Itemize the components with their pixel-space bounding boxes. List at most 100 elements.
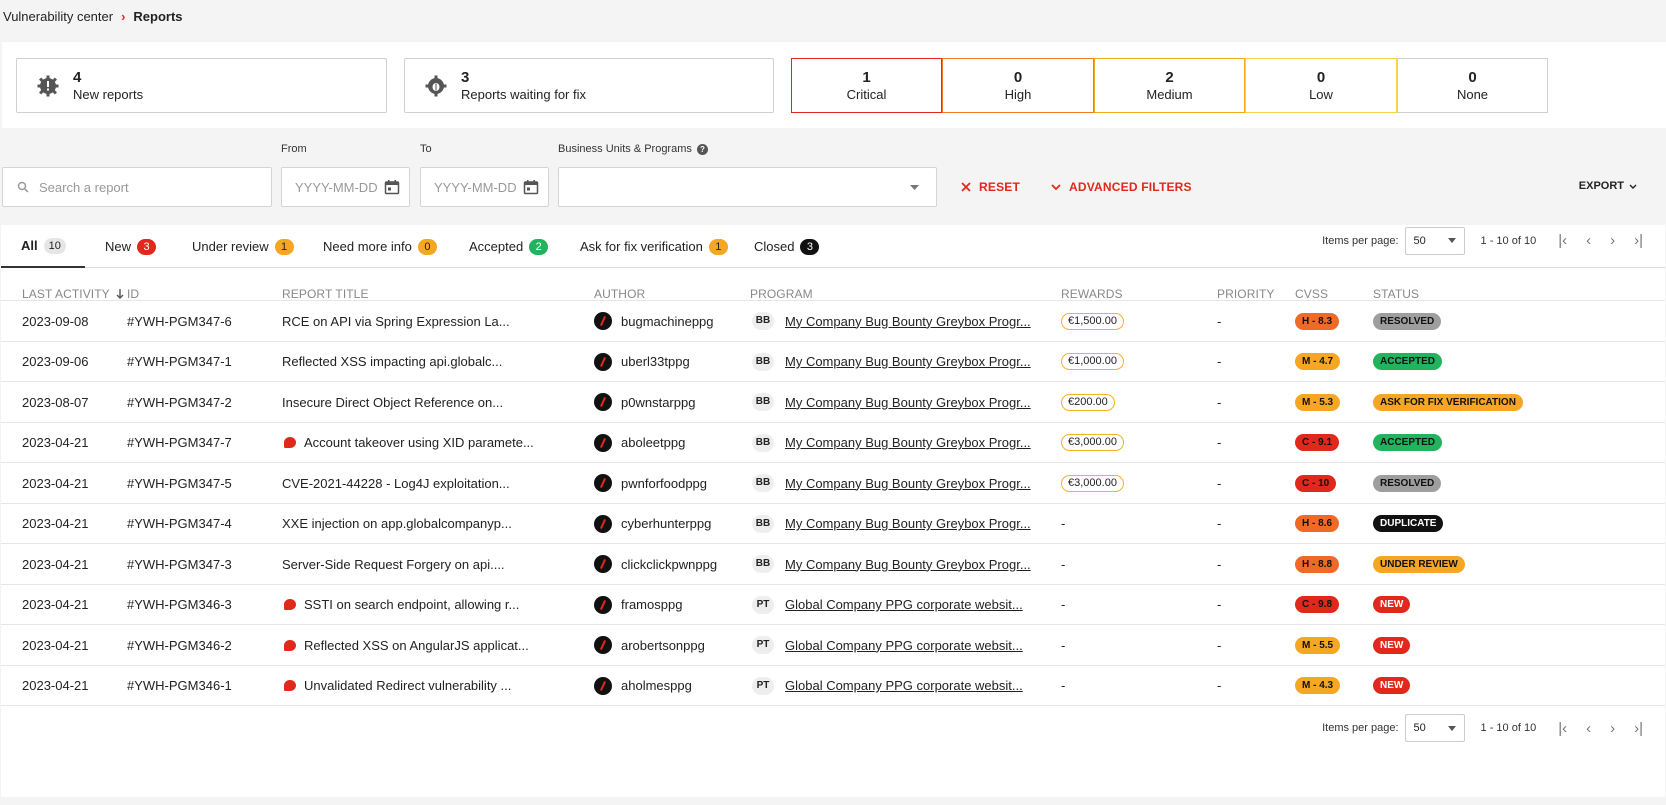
cell-title[interactable]: RCE on API via Spring Expression La... bbox=[282, 301, 510, 341]
cell-program[interactable]: BB My Company Bug Bounty Greybox Progr..… bbox=[752, 504, 1031, 544]
table-row[interactable]: 2023-04-21 #YWH-PGM347-3 Server-Side Req… bbox=[1, 544, 1665, 585]
col-cvss[interactable]: CVSS bbox=[1295, 287, 1328, 301]
cell-program[interactable]: PT Global Company PPG corporate websit..… bbox=[752, 585, 1023, 625]
col-id[interactable]: ID bbox=[127, 287, 139, 301]
tab-count-badge: 3 bbox=[137, 238, 157, 255]
col-rewards[interactable]: REWARDS bbox=[1061, 287, 1123, 301]
export-button[interactable]: EXPORT bbox=[1579, 180, 1637, 192]
report-title: Reflected XSS on AngularJS applicat... bbox=[304, 637, 529, 653]
first-page-icon[interactable]: |‹ bbox=[1558, 720, 1567, 737]
program-link[interactable]: My Company Bug Bounty Greybox Progr... bbox=[785, 395, 1031, 410]
cell-author[interactable]: arobertsonppg bbox=[594, 625, 705, 665]
tab-ask-fix-verification[interactable]: Ask for fix verification 1 bbox=[580, 225, 728, 268]
first-page-icon[interactable]: |‹ bbox=[1558, 232, 1567, 249]
severity-none[interactable]: 0 None bbox=[1397, 58, 1548, 113]
tab-closed[interactable]: Closed 3 bbox=[754, 225, 820, 268]
program-link[interactable]: Global Company PPG corporate websit... bbox=[785, 638, 1023, 653]
program-link[interactable]: My Company Bug Bounty Greybox Progr... bbox=[785, 516, 1031, 531]
cell-title[interactable]: SSTI on search endpoint, allowing r... bbox=[282, 585, 519, 625]
last-page-icon[interactable]: ›| bbox=[1634, 720, 1643, 737]
cell-title[interactable]: CVE-2021-44228 - Log4J exploitation... bbox=[282, 463, 510, 503]
next-page-icon[interactable]: › bbox=[1610, 232, 1615, 249]
to-date-field[interactable]: YYYY-MM-DD bbox=[420, 167, 549, 207]
table-row[interactable]: 2023-04-21 #YWH-PGM346-1 Unvalidated Red… bbox=[1, 666, 1665, 706]
cell-title[interactable]: Insecure Direct Object Reference on... bbox=[282, 382, 503, 422]
author-name: aholmesppg bbox=[621, 678, 692, 693]
cell-author[interactable]: aboleetppg bbox=[594, 423, 685, 463]
cell-author[interactable]: clickclickpwnppg bbox=[594, 544, 717, 584]
cell-program[interactable]: BB My Company Bug Bounty Greybox Progr..… bbox=[752, 301, 1031, 341]
cell-author[interactable]: uberl33tppg bbox=[594, 342, 690, 382]
col-author[interactable]: AUTHOR bbox=[594, 287, 645, 301]
tab-under-review[interactable]: Under review 1 bbox=[192, 225, 294, 268]
items-per-page-select[interactable]: 50 bbox=[1404, 714, 1465, 742]
severity-critical[interactable]: 1 Critical bbox=[791, 58, 942, 113]
table-row[interactable]: 2023-09-08 #YWH-PGM347-6 RCE on API via … bbox=[1, 301, 1665, 342]
cell-title[interactable]: XXE injection on app.globalcompanyp... bbox=[282, 504, 512, 544]
severity-low[interactable]: 0 Low bbox=[1245, 58, 1397, 113]
last-page-icon[interactable]: ›| bbox=[1634, 232, 1643, 249]
cell-author[interactable]: p0wnstarppg bbox=[594, 382, 695, 422]
reward-badge: €1,500.00 bbox=[1061, 312, 1124, 330]
cell-author[interactable]: pwnforfoodppg bbox=[594, 463, 707, 503]
tab-accepted[interactable]: Accepted 2 bbox=[469, 225, 549, 268]
program-link[interactable]: Global Company PPG corporate websit... bbox=[785, 597, 1023, 612]
program-link[interactable]: Global Company PPG corporate websit... bbox=[785, 678, 1023, 693]
col-title[interactable]: REPORT TITLE bbox=[282, 287, 369, 301]
reset-button[interactable]: RESET bbox=[961, 180, 1020, 194]
report-title: SSTI on search endpoint, allowing r... bbox=[304, 597, 520, 612]
bu-programs-select[interactable] bbox=[558, 167, 937, 207]
tab-new[interactable]: New 3 bbox=[105, 225, 157, 268]
table-row[interactable]: 2023-09-06 #YWH-PGM347-1 Reflected XSS i… bbox=[1, 342, 1665, 382]
severity-high[interactable]: 0 High bbox=[942, 58, 1094, 113]
program-link[interactable]: My Company Bug Bounty Greybox Progr... bbox=[785, 476, 1031, 491]
table-row[interactable]: 2023-04-21 #YWH-PGM347-5 CVE-2021-44228 … bbox=[1, 463, 1665, 504]
prev-page-icon[interactable]: ‹ bbox=[1586, 720, 1591, 737]
cell-title[interactable]: Account takeover using XID paramete... bbox=[282, 423, 534, 463]
table-row[interactable]: 2023-04-21 #YWH-PGM347-7 Account takeove… bbox=[1, 423, 1665, 463]
cell-program[interactable]: PT Global Company PPG corporate websit..… bbox=[752, 625, 1023, 665]
waiting-fix-card[interactable]: 3 Reports waiting for fix bbox=[404, 58, 774, 113]
col-last-activity[interactable]: LAST ACTIVITY bbox=[22, 287, 124, 301]
prev-page-icon[interactable]: ‹ bbox=[1586, 232, 1591, 249]
cell-title[interactable]: Reflected XSS on AngularJS applicat... bbox=[282, 625, 529, 665]
cell-program[interactable]: BB My Company Bug Bounty Greybox Progr..… bbox=[752, 342, 1031, 382]
cell-program[interactable]: BB My Company Bug Bounty Greybox Progr..… bbox=[752, 544, 1031, 584]
from-date-field[interactable]: YYYY-MM-DD bbox=[281, 167, 410, 207]
cell-title[interactable]: Reflected XSS impacting api.globalc... bbox=[282, 342, 502, 382]
cell-title[interactable]: Unvalidated Redirect vulnerability ... bbox=[282, 666, 511, 706]
col-program[interactable]: PROGRAM bbox=[750, 287, 813, 301]
cell-title[interactable]: Server-Side Request Forgery on api.... bbox=[282, 544, 505, 584]
search-input[interactable]: Search a report bbox=[2, 167, 272, 207]
program-link[interactable]: My Company Bug Bounty Greybox Progr... bbox=[785, 314, 1031, 329]
new-reports-card[interactable]: 4 New reports bbox=[16, 58, 387, 113]
calendar-icon[interactable] bbox=[384, 179, 400, 195]
table-row[interactable]: 2023-04-21 #YWH-PGM346-3 SSTI on search … bbox=[1, 585, 1665, 625]
table-row[interactable]: 2023-08-07 #YWH-PGM347-2 Insecure Direct… bbox=[1, 382, 1665, 423]
sort-arrow-down-icon bbox=[116, 289, 124, 299]
table-row[interactable]: 2023-04-21 #YWH-PGM347-4 XXE injection o… bbox=[1, 504, 1665, 544]
cell-program[interactable]: BB My Company Bug Bounty Greybox Progr..… bbox=[752, 423, 1031, 463]
tab-all[interactable]: All 10 bbox=[1, 225, 85, 268]
program-link[interactable]: My Company Bug Bounty Greybox Progr... bbox=[785, 354, 1031, 369]
table-row[interactable]: 2023-04-21 #YWH-PGM346-2 Reflected XSS o… bbox=[1, 625, 1665, 666]
severity-medium[interactable]: 2 Medium bbox=[1094, 58, 1245, 113]
help-icon[interactable]: ? bbox=[696, 143, 708, 155]
next-page-icon[interactable]: › bbox=[1610, 720, 1615, 737]
items-per-page-select[interactable]: 50 bbox=[1404, 226, 1465, 255]
col-priority[interactable]: PRIORITY bbox=[1217, 287, 1274, 301]
tab-need-more-info[interactable]: Need more info 0 bbox=[323, 225, 437, 268]
col-status[interactable]: STATUS bbox=[1373, 287, 1419, 301]
cell-author[interactable]: bugmachineppg bbox=[594, 301, 714, 341]
cell-author[interactable]: framosppg bbox=[594, 585, 682, 625]
cell-program[interactable]: PT Global Company PPG corporate websit..… bbox=[752, 666, 1023, 706]
advanced-filters-button[interactable]: ADVANCED FILTERS bbox=[1051, 180, 1192, 194]
cell-author[interactable]: cyberhunterppg bbox=[594, 504, 711, 544]
calendar-icon[interactable] bbox=[523, 179, 539, 195]
breadcrumb-parent[interactable]: Vulnerability center bbox=[3, 9, 113, 24]
cell-program[interactable]: BB My Company Bug Bounty Greybox Progr..… bbox=[752, 382, 1031, 422]
program-link[interactable]: My Company Bug Bounty Greybox Progr... bbox=[785, 557, 1031, 572]
cell-program[interactable]: BB My Company Bug Bounty Greybox Progr..… bbox=[752, 463, 1031, 503]
cell-author[interactable]: aholmesppg bbox=[594, 666, 692, 706]
program-link[interactable]: My Company Bug Bounty Greybox Progr... bbox=[785, 435, 1031, 450]
